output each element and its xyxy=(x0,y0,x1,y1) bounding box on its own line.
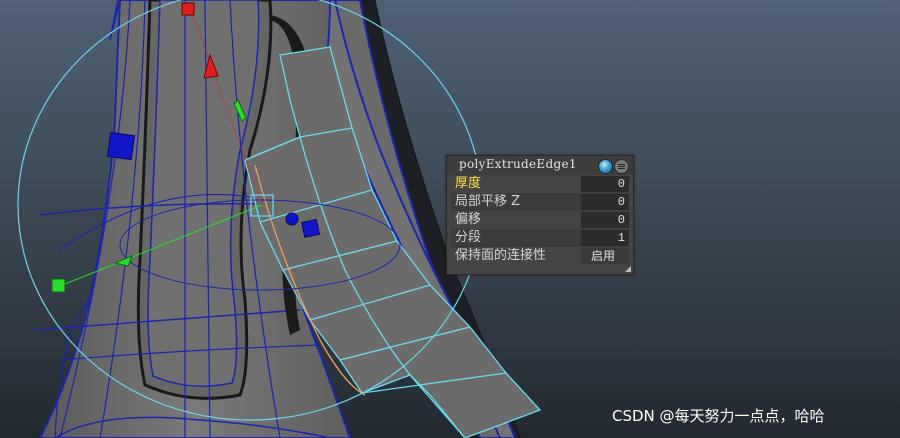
y-axis-handle xyxy=(181,2,195,16)
menu-icon[interactable] xyxy=(614,159,629,174)
z-axis-handle xyxy=(106,131,136,161)
attr-row-offset[interactable]: 偏移 0 xyxy=(451,211,629,229)
watermark-text: CSDN @每天努力一点点，哈哈 xyxy=(612,407,825,425)
attr-label: 保持面的连接性 xyxy=(455,248,547,263)
z-axis-cube xyxy=(301,218,321,238)
x-axis-handle xyxy=(51,278,66,293)
attr-row-local-translate-z[interactable]: 局部平移 Z 0 xyxy=(451,193,629,211)
polyextrudeedge-attribute-panel[interactable]: polyExtrudeEdge1 厚度 0 局部平移 Z 0 偏移 0 分段 1… xyxy=(446,155,634,275)
globe-icon[interactable] xyxy=(598,159,613,174)
attr-row-divisions[interactable]: 分段 1 xyxy=(451,229,629,247)
attr-value-field[interactable]: 1 xyxy=(581,230,629,246)
panel-title: polyExtrudeEdge1 xyxy=(459,157,577,171)
resize-grip-icon[interactable] xyxy=(625,266,631,272)
attr-toggle-field[interactable]: 启用 xyxy=(581,248,629,264)
attr-row-keep-faces-together[interactable]: 保持面的连接性 启用 xyxy=(451,247,629,265)
attr-label: 偏移 xyxy=(455,212,482,227)
panel-title-bar[interactable]: polyExtrudeEdge1 xyxy=(447,156,633,175)
z-axis-sphere xyxy=(285,212,299,226)
attr-row-thickness[interactable]: 厚度 0 xyxy=(451,175,629,193)
attr-label: 分段 xyxy=(455,230,482,245)
attr-label: 局部平移 Z xyxy=(455,194,521,209)
attr-value-field[interactable]: 0 xyxy=(581,176,629,192)
attr-label: 厚度 xyxy=(455,176,482,191)
attr-value-field[interactable]: 0 xyxy=(581,194,629,210)
attr-value-field[interactable]: 0 xyxy=(581,212,629,228)
